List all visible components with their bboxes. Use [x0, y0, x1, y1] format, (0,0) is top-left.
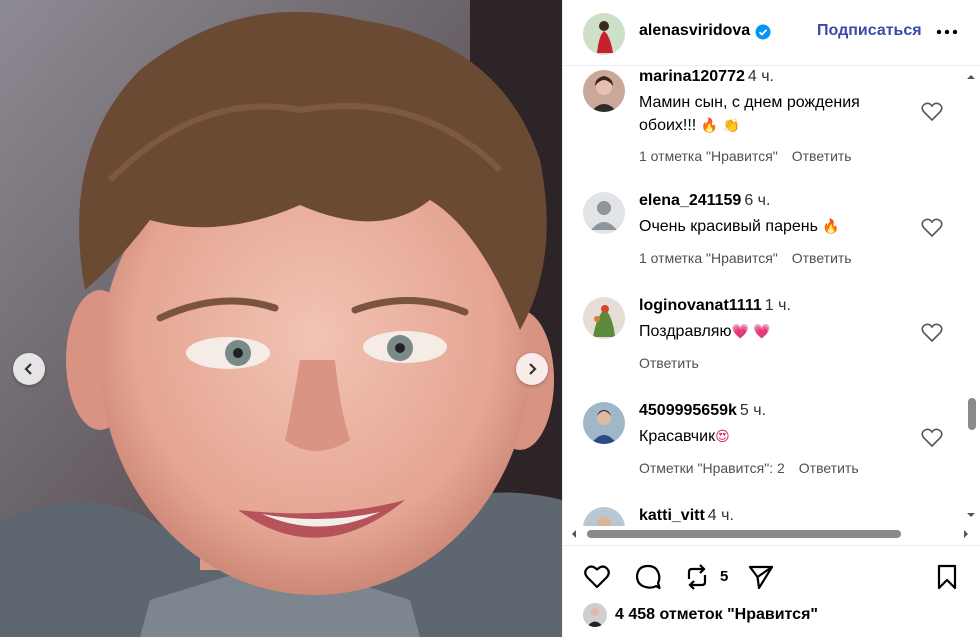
comment-text-body: Мамин сын, с днем рождения обоих!!!	[639, 94, 860, 134]
post-photo	[0, 0, 562, 637]
send-icon[interactable]	[747, 563, 775, 591]
post-actions: 5 4 458 отметок "Нравится"	[563, 545, 980, 637]
author-avatar[interactable]	[583, 13, 625, 55]
comment-meta: Ответить	[639, 355, 713, 371]
scroll-up-arrow-icon[interactable]	[966, 72, 976, 82]
heart-emoji: 💗	[753, 324, 771, 340]
previous-photo-button[interactable]	[13, 353, 45, 385]
comment-text: Поздравляю💗 💗	[639, 320, 899, 344]
comment-username[interactable]: loginovanat1111	[639, 297, 762, 314]
reply-button[interactable]: Ответить	[799, 460, 859, 476]
comment-likes[interactable]: 1 отметка "Нравится"	[639, 148, 778, 164]
heart-icon[interactable]	[921, 218, 943, 238]
heart-eyes-emoji: 😍	[715, 429, 730, 445]
verified-badge-icon	[755, 24, 771, 40]
comment-likes[interactable]: 1 отметка "Нравится"	[639, 250, 778, 266]
chevron-right-icon	[529, 363, 537, 375]
comment-username[interactable]: marina120772	[639, 68, 745, 85]
comment-time: 4 ч.	[747, 68, 774, 85]
comment-username[interactable]: katti_vitt	[639, 507, 705, 524]
fire-emoji: 🔥	[700, 118, 719, 134]
comment-time: 1 ч.	[764, 297, 791, 314]
comment-header: 4509995659k 5 ч.	[639, 402, 766, 420]
comment-username[interactable]: 4509995659k	[639, 402, 737, 419]
heart-icon[interactable]	[921, 428, 943, 448]
reply-button[interactable]: Ответить	[639, 355, 699, 371]
comment-header: marina120772 4 ч.	[639, 68, 774, 86]
repost-icon[interactable]	[683, 563, 711, 591]
heart-icon[interactable]	[921, 323, 943, 343]
chevron-left-icon	[24, 363, 32, 375]
post-side-panel: alenasviridova Подписаться marina120772 4…	[562, 0, 980, 637]
horizontal-scrollbar[interactable]	[563, 526, 980, 542]
repost-count: 5	[720, 568, 729, 585]
scroll-right-arrow-icon[interactable]	[961, 529, 971, 539]
comment-header: elena_241159 6 ч.	[639, 192, 770, 210]
comments-list[interactable]: marina120772 4 ч. Мамин сын, с днем рожде…	[563, 66, 965, 526]
likes-count[interactable]: 4 458 отметок "Нравится"	[615, 606, 818, 624]
comment-text-body: Красавчик	[639, 428, 716, 445]
commenter-avatar[interactable]	[583, 507, 625, 526]
liker-avatar[interactable]	[583, 603, 607, 627]
comment-text-body: Очень красивый парень	[639, 218, 818, 235]
comment-text: Мамин сын, с днем рождения обоих!!! 🔥 👏	[639, 91, 899, 138]
reply-button[interactable]: Ответить	[792, 148, 852, 164]
comment-text: Красавчик😍	[639, 425, 899, 449]
heart-icon[interactable]	[583, 563, 611, 591]
comment-header: loginovanat1111 1 ч.	[639, 297, 791, 315]
bookmark-icon[interactable]	[933, 563, 961, 591]
comment-time: 6 ч.	[744, 192, 771, 209]
scrollbar-thumb[interactable]	[968, 398, 976, 430]
clap-emoji: 👏	[722, 118, 741, 134]
commenter-avatar[interactable]	[583, 297, 625, 339]
commenter-avatar[interactable]	[583, 402, 625, 444]
heart-icon[interactable]	[921, 102, 943, 122]
follow-button[interactable]: Подписаться	[817, 22, 922, 40]
comment-text-body: Поздравляю	[639, 323, 732, 340]
comment-meta: 1 отметка "Нравится" Ответить	[639, 148, 866, 164]
comment-header: katti_vitt 4 ч.	[639, 507, 734, 525]
reply-button[interactable]: Ответить	[792, 250, 852, 266]
fire-emoji: 🔥	[822, 219, 840, 235]
next-photo-button[interactable]	[516, 353, 548, 385]
comment-meta: 1 отметка "Нравится" Ответить	[639, 250, 866, 266]
comment-bubble-icon[interactable]	[634, 563, 662, 591]
post-header: alenasviridova Подписаться	[563, 0, 980, 66]
comment-time: 4 ч.	[707, 507, 734, 524]
horizontal-scrollbar-thumb[interactable]	[587, 530, 901, 538]
more-options-icon[interactable]	[935, 24, 959, 40]
comment-likes[interactable]: Отметки "Нравится": 2	[639, 460, 785, 476]
comment-username[interactable]: elena_241159	[639, 192, 741, 209]
comment-meta: Отметки "Нравится": 2 Ответить	[639, 460, 873, 476]
scroll-down-arrow-icon[interactable]	[966, 510, 976, 520]
comment-time: 5 ч.	[739, 402, 767, 419]
photo-image	[0, 0, 562, 637]
scroll-left-arrow-icon[interactable]	[569, 529, 579, 539]
comments-scrollbar[interactable]	[964, 72, 978, 522]
commenter-avatar[interactable]	[583, 70, 625, 112]
heart-emoji: 💗	[731, 324, 749, 340]
author-username[interactable]: alenasviridova	[639, 22, 750, 40]
comment-text: Очень красивый парень 🔥	[639, 215, 899, 239]
commenter-avatar[interactable]	[583, 192, 625, 234]
